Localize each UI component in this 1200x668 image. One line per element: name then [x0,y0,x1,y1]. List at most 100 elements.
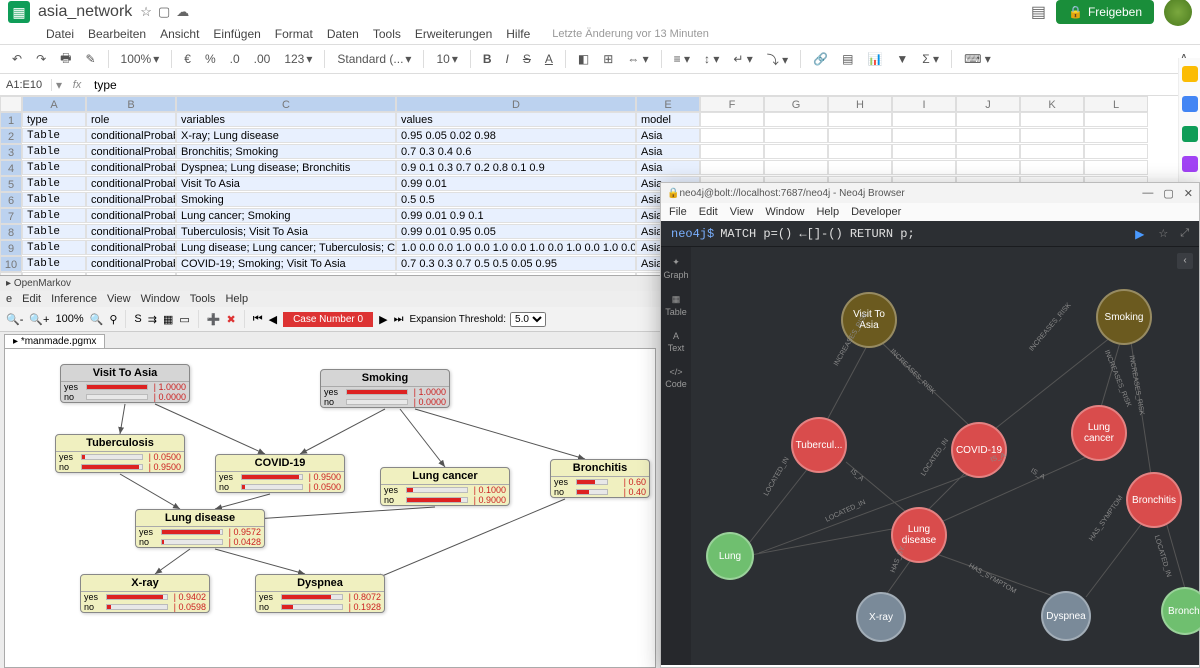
contacts-icon[interactable] [1182,156,1198,172]
cell[interactable]: conditionalProbability [86,160,176,175]
cell[interactable]: Table [22,240,86,255]
neo-menu-file[interactable]: File [669,206,687,218]
cell[interactable] [828,160,892,175]
col-K[interactable]: K [1020,96,1084,112]
graph-node-dysp[interactable]: Dyspnea [1041,591,1091,641]
cell[interactable] [700,128,764,143]
cell[interactable]: 1.0 0.0 0.0 1.0 0.0 1.0 0.0 1.0 0.0 1.0 … [396,240,636,255]
strike-icon[interactable]: S [519,50,535,68]
cell[interactable] [700,144,764,159]
percent-icon[interactable]: % [201,50,220,68]
graph-node-smoke[interactable]: Smoking [1096,289,1152,345]
om-tool-mag[interactable]: ⚲ [109,313,117,326]
om-menu-edit[interactable]: Edit [22,293,41,305]
cell[interactable]: Bronchitis; Smoking [176,144,396,159]
cell[interactable]: Tuberculosis; Visit To Asia [176,224,396,239]
row-num[interactable]: 9 [0,240,22,256]
om-tool-table-icon[interactable]: ▦ [163,313,173,326]
cell[interactable]: 0.99 0.01 0.95 0.05 [396,224,636,239]
om-canvas[interactable]: Visit To Asia yes| 1.0000 no| 0.0000 Smo… [4,348,656,668]
first-case-icon[interactable]: ⏮ [253,313,263,326]
menu-help[interactable]: Hilfe [506,27,530,41]
col-B[interactable]: B [86,96,176,112]
cell[interactable] [1084,112,1148,127]
bn-node-covid[interactable]: COVID-19 yes| 0.9500 no| 0.0500 [215,454,345,493]
currency-icon[interactable]: € [180,50,195,68]
om-zoom[interactable]: 100% [55,313,83,325]
om-menu-window[interactable]: Window [141,293,180,305]
graph-node-lung[interactable]: Lung [706,532,754,580]
cell-reference[interactable]: A1:E10 [0,79,52,91]
cell[interactable]: Dyspnea; Lung disease; Bronchitis [176,160,396,175]
cell[interactable]: 0.95 0.05 0.02 0.98 [396,128,636,143]
row-num[interactable]: 2 [0,128,22,144]
cell[interactable] [1084,128,1148,143]
comment-icon[interactable]: ▤ [838,50,857,68]
om-menu-help[interactable]: Help [225,293,248,305]
minimize-icon[interactable]: — [1142,187,1153,200]
cell[interactable]: Lung cancer; Smoking [176,208,396,223]
graph-node-tuberc[interactable]: Tubercul... [791,417,847,473]
zoom-in-icon[interactable]: 🔍+ [29,313,49,326]
last-case-icon[interactable]: ⏭ [394,313,404,326]
cell[interactable]: conditionalProbability [86,240,176,255]
neo-menu-dev[interactable]: Developer [851,206,901,218]
col-G[interactable]: G [764,96,828,112]
om-tool-box-icon[interactable]: ▭ [179,313,189,326]
cell[interactable]: 0.7 0.3 0.4 0.6 [396,144,636,159]
col-A[interactable]: A [22,96,86,112]
row-num[interactable]: 6 [0,192,22,208]
link-icon[interactable]: 🔗 [809,50,832,68]
cell[interactable]: 0.9 0.1 0.3 0.7 0.2 0.8 0.1 0.9 [396,160,636,175]
halign-icon[interactable]: ≡ ▾ [670,50,694,68]
maximize-icon[interactable]: ▢ [1163,187,1173,200]
cell[interactable]: Table [22,160,86,175]
cell[interactable]: X-ray; Lung disease [176,128,396,143]
col-C[interactable]: C [176,96,396,112]
cell[interactable] [700,112,764,127]
neo-menu-edit[interactable]: Edit [699,206,718,218]
side-table[interactable]: ▦Table [665,294,687,317]
keep-icon[interactable] [1182,96,1198,112]
om-menu-inference[interactable]: Inference [51,293,97,305]
cell[interactable]: 0.99 0.01 0.9 0.1 [396,208,636,223]
calendar-icon[interactable] [1182,66,1198,82]
neo-menu-help[interactable]: Help [816,206,839,218]
cell[interactable] [700,160,764,175]
cell[interactable]: Table [22,224,86,239]
keyboard-icon[interactable]: ⌨ ▾ [960,50,995,68]
menu-format[interactable]: Format [275,27,313,41]
share-button[interactable]: 🔒Freigeben [1056,0,1154,24]
next-case-icon[interactable]: ▶ [379,313,387,326]
cell[interactable]: Table [22,208,86,223]
graph-node-bron[interactable]: Bronchitis [1126,472,1182,528]
cell[interactable]: COVID-19; Smoking; Visit To Asia [176,256,396,271]
cell[interactable]: role [86,112,176,127]
bn-node-smoke[interactable]: Smoking yes| 1.0000 no| 0.0000 [320,369,450,408]
row-num[interactable]: 4 [0,160,22,176]
cellref-dropdown-icon[interactable]: ▾ [52,78,66,92]
cell[interactable]: 0.7 0.3 0.3 0.7 0.5 0.5 0.05 0.95 [396,256,636,271]
cell[interactable]: conditionalProbability [86,144,176,159]
bn-node-tb[interactable]: Tuberculosis yes| 0.0500 no| 0.9500 [55,434,185,473]
cell[interactable]: model [636,112,700,127]
wrap-icon[interactable]: ↵ ▾ [729,50,756,68]
cell[interactable] [892,112,956,127]
remove-case-icon[interactable]: ✖ [226,313,235,326]
menu-edit[interactable]: Bearbeiten [88,27,146,41]
menu-file[interactable]: Datei [46,27,74,41]
om-tab[interactable]: ▸ *manmade.pgmx [4,334,105,348]
print-icon[interactable]: 🖶 [56,47,75,72]
bn-node-lung[interactable]: Lung cancer yes| 0.1000 no| 0.9000 [380,467,510,506]
col-D[interactable]: D [396,96,636,112]
bn-node-bron[interactable]: Bronchitis yes| 0.60 no| 0.40 [550,459,650,498]
dec00-icon[interactable]: .00 [250,50,275,68]
cell[interactable]: Table [22,128,86,143]
row-num[interactable]: 10 [0,256,22,272]
move-icon[interactable]: ▢ [158,4,170,20]
cell[interactable]: conditionalProbability [86,192,176,207]
tasks-icon[interactable] [1182,126,1198,142]
cell[interactable]: conditionalProbability [86,256,176,271]
cell[interactable] [828,128,892,143]
cell[interactable]: Table [22,176,86,191]
